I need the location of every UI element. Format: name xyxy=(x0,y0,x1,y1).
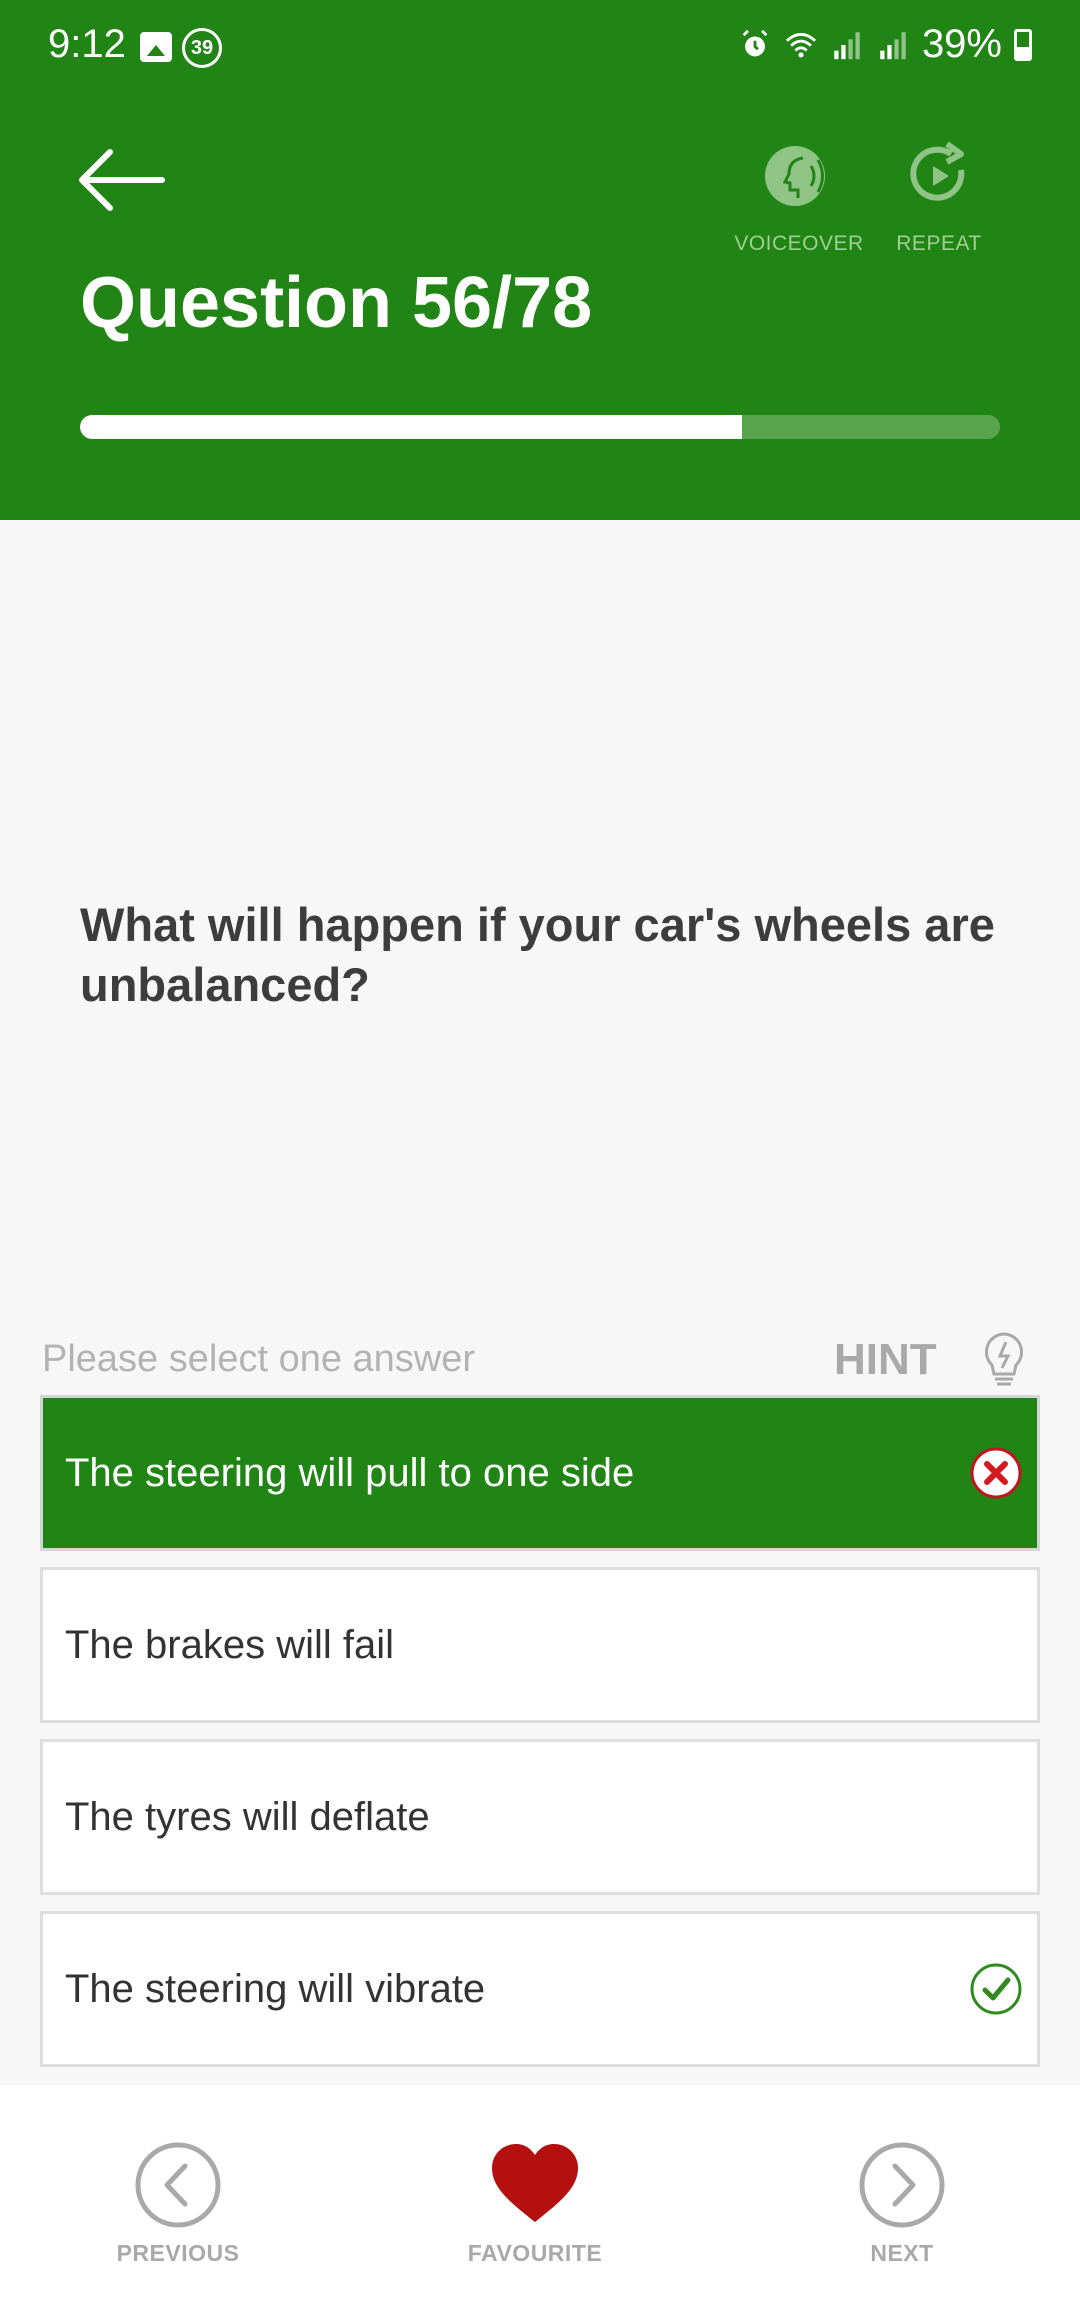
cross-icon xyxy=(970,1447,1022,1499)
previous-button[interactable]: PREVIOUS xyxy=(78,2140,278,2267)
hint-button[interactable]: HINT xyxy=(834,1335,937,1385)
back-arrow-icon[interactable] xyxy=(70,140,170,220)
lightbulb-icon[interactable] xyxy=(980,1330,1028,1390)
voiceover-label: VOICEOVER xyxy=(734,232,864,255)
favourite-button[interactable]: FAVOURITE xyxy=(435,2140,635,2267)
answer-option-4[interactable]: The steering will vibrate xyxy=(40,1911,1040,2067)
signal-icon xyxy=(834,31,860,59)
signal-icon xyxy=(880,31,906,59)
select-instruction: Please select one answer xyxy=(42,1338,476,1380)
voiceover-button[interactable]: VOICEOVER xyxy=(729,140,869,256)
answer-text: The steering will pull to one side xyxy=(65,1451,635,1495)
battery-icon xyxy=(1014,28,1032,61)
answer-option-3[interactable]: The tyres will deflate xyxy=(40,1739,1040,1895)
notification-badge: 39 xyxy=(182,28,222,68)
question-text: What will happen if your car's wheels ar… xyxy=(80,898,995,1011)
header: 9:12 39 39% VOICEOVER REPEAT Question 56… xyxy=(0,0,1080,520)
heart-icon xyxy=(492,2144,578,2222)
status-bar: 9:12 39 39% xyxy=(0,0,1080,95)
answer-option-1[interactable]: The steering will pull to one side xyxy=(40,1395,1040,1551)
repeat-label: REPEAT xyxy=(896,232,982,255)
battery-percent: 39% xyxy=(921,22,1002,66)
next-label: NEXT xyxy=(870,2240,934,2266)
progress-fill xyxy=(80,415,743,439)
wifi-icon xyxy=(785,32,817,57)
answer-text: The steering will vibrate xyxy=(65,1967,486,2011)
answer-text: The brakes will fail xyxy=(65,1623,395,1667)
chevron-right-icon xyxy=(859,2142,945,2228)
alarm-icon xyxy=(742,29,768,56)
favourite-label: FAVOURITE xyxy=(467,2240,603,2266)
previous-label: PREVIOUS xyxy=(116,2240,240,2266)
next-button[interactable]: NEXT xyxy=(802,2140,1002,2267)
check-icon xyxy=(970,1963,1022,2015)
status-time: 9:12 xyxy=(48,22,126,66)
question-counter: Question 56/78 xyxy=(80,263,593,343)
answer-option-2[interactable]: The brakes will fail xyxy=(40,1567,1040,1723)
chevron-left-icon xyxy=(135,2142,221,2228)
repeat-button[interactable]: REPEAT xyxy=(869,140,1009,256)
bottom-nav: PREVIOUS FAVOURITE NEXT xyxy=(0,2085,1080,2316)
progress-bar xyxy=(80,415,1000,439)
answer-text: The tyres will deflate xyxy=(65,1795,430,1839)
voiceover-icon xyxy=(765,146,825,206)
repeat-icon xyxy=(910,141,965,201)
gallery-icon xyxy=(140,32,172,62)
